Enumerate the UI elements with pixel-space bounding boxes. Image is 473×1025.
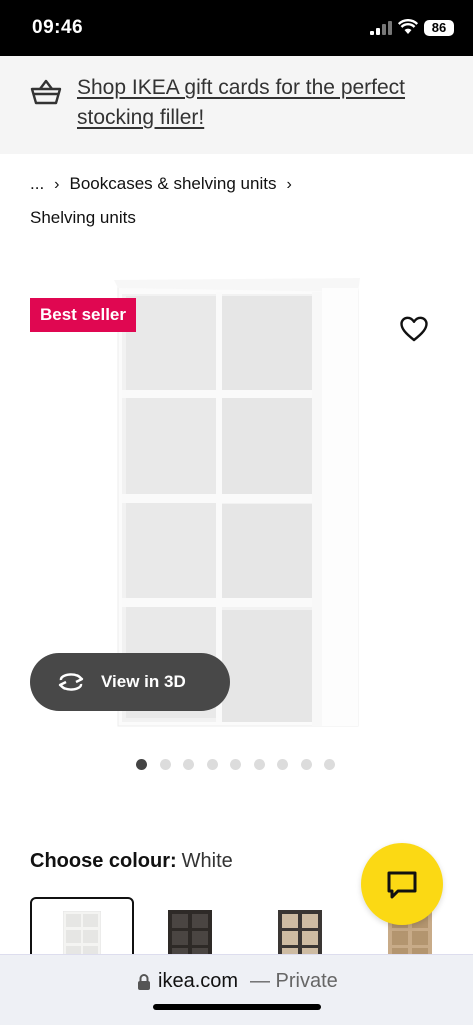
browser-url-bar[interactable]: ikea.com — Private	[0, 954, 473, 1025]
best-seller-badge: Best seller	[30, 298, 136, 332]
gallery-dot[interactable]	[136, 759, 147, 770]
status-time: 09:46	[32, 17, 84, 38]
promo-banner[interactable]: Shop IKEA gift cards for the perfect sto…	[0, 56, 473, 154]
gallery-dot[interactable]	[183, 759, 194, 770]
gallery-dot[interactable]	[324, 759, 335, 770]
promo-link[interactable]: Shop IKEA gift cards for the perfect sto…	[77, 73, 447, 133]
product-gallery[interactable]: Best seller View in 3D	[0, 250, 473, 750]
private-mode-label: — Private	[250, 970, 338, 992]
rotate-3d-icon	[58, 673, 84, 691]
colour-value: White	[181, 850, 233, 872]
gallery-dot[interactable]	[206, 759, 218, 770]
home-indicator[interactable]	[153, 1004, 321, 1010]
gallery-dot[interactable]	[300, 759, 312, 770]
view-in-3d-label: View in 3D	[101, 672, 186, 691]
gallery-dot[interactable]	[159, 759, 171, 770]
gallery-dot[interactable]	[253, 759, 265, 770]
breadcrumb-bookcases[interactable]: Bookcases & shelving units	[70, 174, 277, 194]
breadcrumb-ellipsis[interactable]: ...	[30, 174, 44, 194]
lock-icon	[138, 974, 150, 990]
breadcrumb-current[interactable]: Shelving units	[30, 208, 136, 228]
battery-icon: 86	[424, 20, 454, 36]
status-bar: 09:46 86	[0, 0, 473, 56]
view-in-3d-button[interactable]: View in 3D	[30, 653, 230, 711]
colour-chooser-heading: Choose colour: White	[30, 850, 233, 873]
colour-label: Choose colour:	[30, 850, 177, 872]
basket-icon	[30, 79, 62, 105]
heart-icon[interactable]	[400, 316, 428, 342]
chevron-right-icon: ›	[286, 176, 292, 193]
url-domain[interactable]: ikea.com	[158, 970, 238, 993]
cellular-signal-icon	[370, 21, 392, 35]
chevron-right-icon: ›	[54, 176, 60, 193]
gallery-dot[interactable]	[277, 759, 288, 770]
wifi-icon	[398, 19, 418, 34]
gallery-dot[interactable]	[230, 759, 241, 770]
breadcrumb: ... › Bookcases & shelving units ›	[30, 174, 302, 194]
chat-icon	[387, 871, 417, 899]
chat-button[interactable]	[361, 843, 443, 925]
